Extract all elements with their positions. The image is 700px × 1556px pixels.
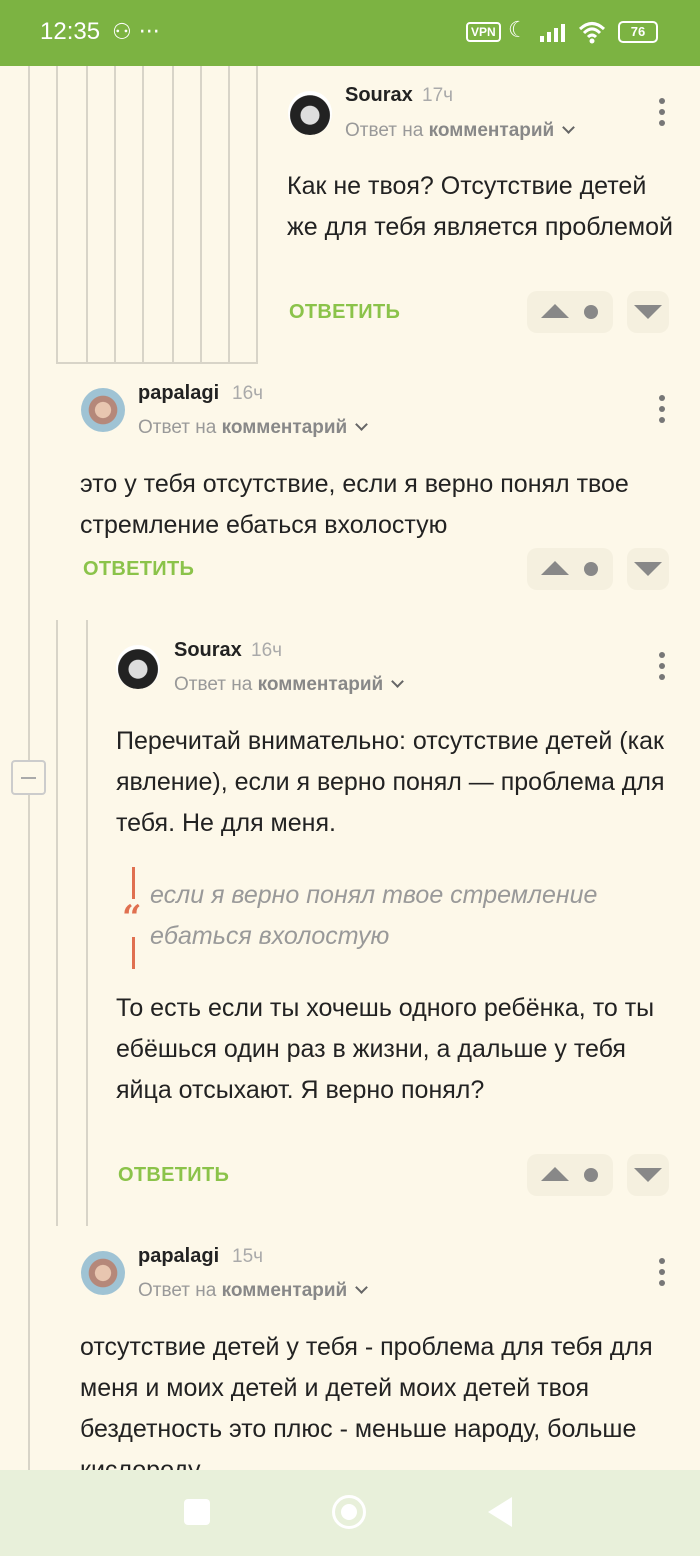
thread-line [142, 66, 144, 364]
thread-line [114, 66, 116, 364]
more-options-icon[interactable] [652, 392, 672, 426]
comment-text: это у тебя отсутствие, если я верно поня… [80, 470, 629, 539]
recents-button[interactable] [184, 1499, 210, 1525]
vote-widget [527, 1154, 613, 1196]
reply-to-link[interactable]: Ответ на комментарий [138, 417, 369, 439]
reply-to-link[interactable]: Ответ на комментарий [138, 1280, 369, 1302]
clock: 12:35 [40, 18, 101, 45]
downvote-icon [634, 562, 662, 576]
more-options-icon[interactable] [652, 95, 672, 129]
vpn-icon: VPN [466, 22, 501, 42]
rating-dot-icon [584, 562, 598, 576]
thread-line [86, 620, 88, 1226]
upvote-icon[interactable] [541, 304, 569, 318]
reply-to-link[interactable]: Ответ на комментарий [345, 120, 576, 142]
chevron-down-icon [355, 418, 369, 431]
downvote-button[interactable] [627, 548, 669, 590]
downvote-icon [634, 305, 662, 319]
thread-line [172, 66, 174, 364]
comment-text-continued: То есть если ты хочешь одного ребёнка, т… [116, 994, 655, 1104]
thread-line [56, 620, 58, 1226]
upvote-icon[interactable] [541, 1167, 569, 1181]
battery-icon: 76 [618, 21, 658, 43]
notification-icons: ⚇ ··· [112, 20, 160, 45]
collapse-thread-button[interactable] [11, 760, 46, 795]
avatar[interactable] [116, 645, 160, 689]
moon-icon: ☾ [508, 18, 528, 43]
comment-text: отсутствие детей у тебя - проблема для т… [80, 1333, 653, 1470]
reply-to-target: комментарий [428, 120, 555, 141]
reply-to-target: комментарий [221, 1280, 348, 1301]
comment-author[interactable]: Sourax [174, 639, 242, 662]
rating-dot-icon [584, 1168, 598, 1182]
chevron-down-icon [391, 675, 405, 688]
quote-icon: “ [120, 898, 144, 938]
reply-to-target: комментарий [221, 417, 348, 438]
thread-line [56, 66, 58, 364]
comment-age: 17ч [422, 85, 454, 106]
avatar[interactable] [81, 388, 125, 432]
comment-text: Как не твоя? Отсутствие детей же для теб… [287, 172, 673, 241]
reply-button[interactable]: ОТВЕТИТЬ [83, 558, 194, 581]
more-options-icon[interactable] [652, 1255, 672, 1289]
reply-to-target: комментарий [257, 674, 384, 695]
vote-widget [527, 548, 613, 590]
thread-line [228, 66, 230, 364]
avatar[interactable] [288, 91, 332, 135]
reply-to-prefix: Ответ на [345, 120, 424, 141]
avatar[interactable] [81, 1251, 125, 1295]
system-nav-bar [0, 1470, 700, 1556]
comment-author[interactable]: papalagi [138, 1245, 219, 1268]
chevron-down-icon [355, 1281, 369, 1294]
thread-line [86, 66, 88, 364]
reply-to-link[interactable]: Ответ на комментарий [174, 674, 405, 696]
comment-age: 16ч [232, 383, 264, 404]
reply-to-prefix: Ответ на [138, 417, 217, 438]
chevron-down-icon [562, 121, 576, 134]
thread-line [200, 66, 202, 364]
downvote-button[interactable] [627, 291, 669, 333]
thread-line [56, 362, 258, 364]
comment-author[interactable]: Sourax [345, 84, 413, 107]
more-options-icon[interactable] [652, 649, 672, 683]
back-button[interactable] [488, 1497, 512, 1527]
signal-icon [540, 24, 565, 42]
quote-text: если я верно понял твое стремление ебать… [150, 881, 598, 950]
downvote-button[interactable] [627, 1154, 669, 1196]
thread-line [256, 66, 258, 364]
downvote-icon [634, 1168, 662, 1182]
reply-button[interactable]: ОТВЕТИТЬ [118, 1164, 229, 1187]
comment-text: Перечитай внимательно: отсутствие детей … [116, 727, 665, 837]
reply-button[interactable]: ОТВЕТИТЬ [289, 301, 400, 324]
vote-widget [527, 291, 613, 333]
reply-to-prefix: Ответ на [174, 674, 253, 695]
blockquote: “ если я верно понял твое стремление еба… [120, 867, 672, 971]
comment-age: 16ч [251, 640, 283, 661]
home-button[interactable] [332, 1495, 366, 1529]
comment-author[interactable]: papalagi [138, 382, 219, 405]
comment-age: 15ч [232, 1246, 264, 1267]
rating-dot-icon [584, 305, 598, 319]
upvote-icon[interactable] [541, 561, 569, 575]
reply-to-prefix: Ответ на [138, 1280, 217, 1301]
status-bar: 12:35 ⚇ ··· VPN ☾ 76 [0, 0, 700, 66]
wifi-icon [578, 22, 606, 44]
